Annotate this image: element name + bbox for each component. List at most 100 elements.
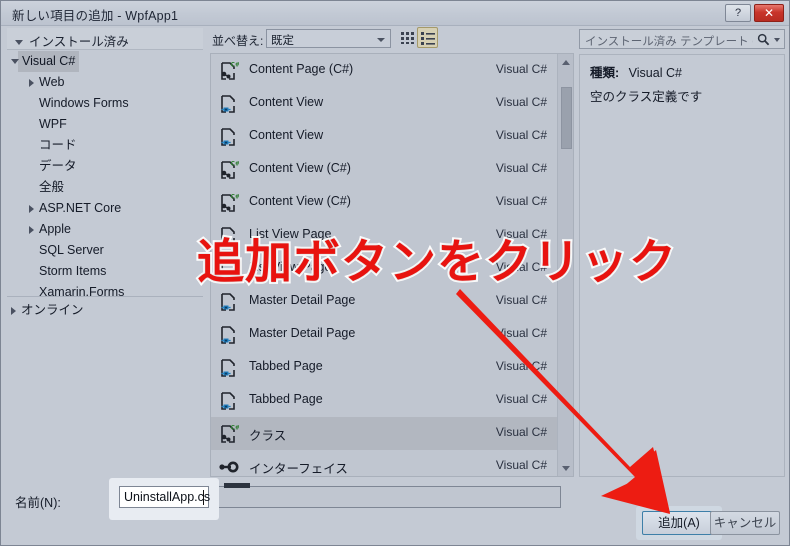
chevron-right-icon[interactable] <box>29 205 34 213</box>
xaml-view-icon <box>217 390 239 412</box>
template-row[interactable]: インターフェイス Visual C# <box>211 450 557 476</box>
template-row-name: Content View (C#) <box>249 194 351 208</box>
close-button[interactable]: ✕ <box>754 4 784 22</box>
cancel-button[interactable]: キャンセル <box>710 511 780 535</box>
template-row-language: Visual C# <box>495 194 547 208</box>
tree-item-2[interactable]: Windows Forms <box>7 93 203 114</box>
template-row[interactable]: Content View Visual C# <box>211 87 557 120</box>
csharp-class-icon: C# <box>221 425 240 443</box>
tree-item-5[interactable]: データ <box>7 156 203 177</box>
csharp-page-icon: C# <box>221 62 240 80</box>
triangle-up-icon <box>562 60 570 65</box>
tree-item-label: Web <box>39 75 65 89</box>
template-row-name: Content Page (C#) <box>249 62 354 76</box>
template-row-name: インターフェイス <box>249 462 348 476</box>
template-row-language: Visual C# <box>495 293 547 307</box>
tree-item-7[interactable]: ASP.NET Core <box>7 198 203 219</box>
tree-item-label: Storm Items <box>39 264 107 278</box>
search-placeholder: インストール済み テンプレート の検索 <box>585 36 753 48</box>
svg-text:C#: C# <box>231 194 240 201</box>
scroll-up-button[interactable] <box>558 54 573 70</box>
template-row-language: Visual C# <box>495 128 547 142</box>
tree-item-1[interactable]: Web <box>7 72 203 93</box>
detail-description: 空のクラス定義です <box>590 90 703 104</box>
tree-online-label: オンライン <box>21 303 84 317</box>
sort-value: 既定 <box>271 35 294 47</box>
grid-view-icon <box>401 32 414 44</box>
template-row[interactable]: Tabbed Page Visual C# <box>211 384 557 417</box>
svg-text:C#: C# <box>231 62 240 69</box>
installed-tree-panel: インストール済み Visual C# Web Windows Forms WPF コード… <box>7 28 203 477</box>
tree-item-10[interactable]: Storm Items <box>7 261 203 282</box>
template-row[interactable]: Master Detail Page Visual C# <box>211 318 557 351</box>
annotation-text: 追加ボタンをクリック <box>195 233 678 292</box>
title-bar[interactable]: 新しい項目の追加 - WpfApp1 ? ✕ <box>1 1 789 26</box>
window-title: 新しい項目の追加 - WpfApp1 <box>12 9 179 23</box>
tree-item-0[interactable]: Visual C# <box>7 51 203 72</box>
scroll-down-button[interactable] <box>558 460 573 476</box>
sort-dropdown[interactable]: 既定 <box>266 29 391 48</box>
add-new-item-dialog: 新しい項目の追加 - WpfApp1 ? ✕ インストール済み Visual C… <box>0 0 790 546</box>
template-row-name: Master Detail Page <box>249 293 356 307</box>
xaml-view-icon <box>217 93 239 115</box>
template-row[interactable]: C# Content View (C#) Visual C# <box>211 153 557 186</box>
csharp-page-icon: C# <box>217 60 240 82</box>
template-row-language: Visual C# <box>495 392 547 406</box>
tree-divider <box>7 296 203 297</box>
search-templates-input[interactable]: インストール済み テンプレート の検索 <box>579 29 785 49</box>
template-row-name: Master Detail Page <box>249 326 356 340</box>
tree-item-9[interactable]: SQL Server <box>7 240 203 261</box>
chevron-right-icon <box>11 307 16 315</box>
chevron-down-icon[interactable] <box>11 59 19 64</box>
chevron-down-icon <box>377 38 385 42</box>
template-row[interactable]: C# Content Page (C#) Visual C# <box>211 54 557 87</box>
add-button[interactable]: 追加(A) <box>642 511 716 535</box>
list-view-button[interactable] <box>417 27 438 48</box>
tree-item-label: Apple <box>39 222 71 236</box>
csharp-page-icon: C# <box>221 194 240 212</box>
grid-view-button[interactable] <box>397 27 418 48</box>
template-row[interactable]: C# クラス Visual C# <box>211 417 557 450</box>
detail-kind-value: Visual C# <box>628 66 682 80</box>
interface-icon <box>217 456 239 476</box>
chevron-down-icon <box>15 40 23 46</box>
tree-item-6[interactable]: 全般 <box>7 177 203 198</box>
template-row-language: Visual C# <box>495 425 547 439</box>
tree-item-3[interactable]: WPF <box>7 114 203 135</box>
tree-header[interactable]: インストール済み <box>7 28 203 50</box>
name-input-field[interactable]: UninstallApp.cs <box>119 486 211 508</box>
chevron-right-icon[interactable] <box>29 79 34 87</box>
template-row-name: クラス <box>249 429 287 443</box>
svg-text:C#: C# <box>231 425 240 432</box>
csharp-page-icon: C# <box>217 192 240 214</box>
tree-item-4[interactable]: コード <box>7 135 203 156</box>
tree-item-online[interactable]: オンライン <box>7 300 203 321</box>
xaml-view-icon <box>217 357 239 379</box>
search-icon <box>757 33 770 46</box>
template-row-language: Visual C# <box>495 326 547 340</box>
tree-item-8[interactable]: Apple <box>7 219 203 240</box>
template-row-name: Tabbed Page <box>249 392 323 406</box>
xaml-view-icon <box>217 291 239 313</box>
name-input-value: UninstallApp.cs <box>124 490 211 504</box>
scrollbar-thumb[interactable] <box>561 87 572 149</box>
tree-item-label: 全般 <box>39 180 65 194</box>
tree-header-label: インストール済み <box>29 35 129 49</box>
detail-kind-label: 種類: <box>590 66 620 80</box>
caret-overlay-mark <box>224 483 250 488</box>
tree-item-label: ASP.NET Core <box>39 201 122 215</box>
template-row-language: Visual C# <box>495 359 547 373</box>
help-button[interactable]: ? <box>725 4 751 22</box>
interface-icon <box>219 461 239 473</box>
template-row[interactable]: Content View Visual C# <box>211 120 557 153</box>
chevron-right-icon[interactable] <box>29 226 34 234</box>
template-row[interactable]: C# Content View (C#) Visual C# <box>211 186 557 219</box>
detail-kind: 種類: Visual C# <box>590 62 682 81</box>
template-row-name: Content View (C#) <box>249 161 351 175</box>
chevron-down-icon[interactable] <box>774 38 780 42</box>
tree-item-label: コード <box>39 138 77 152</box>
tree-item-label: データ <box>39 159 77 173</box>
xaml-view-icon <box>217 324 239 346</box>
template-row[interactable]: Tabbed Page Visual C# <box>211 351 557 384</box>
xaml-view-icon <box>217 126 239 148</box>
